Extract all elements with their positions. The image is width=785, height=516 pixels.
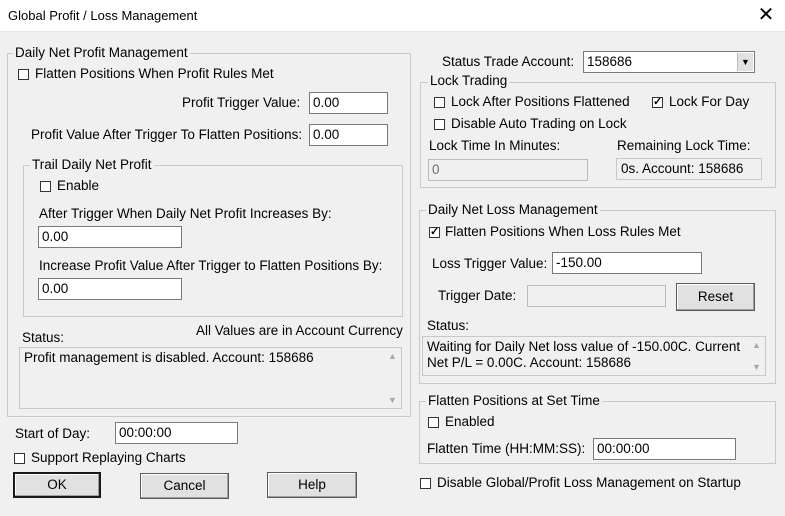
loss-status-label: Status: (427, 318, 470, 333)
trail-group-legend: Trail Daily Net Profit (30, 157, 154, 172)
remaining-lock-label: Remaining Lock Time: (617, 138, 751, 153)
profit-status-label: Status: (22, 330, 65, 345)
profit-trigger-label: Profit Trigger Value: (182, 95, 301, 110)
lock-minutes-label: Lock Time In Minutes: (429, 138, 561, 153)
disable-global-checkbox[interactable] (420, 478, 431, 489)
trail-increase-after-label: Increase Profit Value After Trigger to F… (39, 258, 383, 273)
status-account-label: Status Trade Account: (442, 54, 575, 69)
trail-enable-checkbox[interactable] (40, 181, 51, 192)
trail-increase-label: After Trigger When Daily Net Profit Incr… (39, 206, 332, 221)
trail-increase-input[interactable]: 0.00 (38, 226, 182, 248)
lock-for-day-checkbox[interactable]: ✓ (652, 97, 663, 108)
loss-group-legend: Daily Net Loss Management (426, 202, 600, 217)
profit-group-legend: Daily Net Profit Management (13, 45, 190, 60)
reset-button[interactable]: Reset (676, 283, 755, 311)
currency-note: All Values are in Account Currency (196, 323, 403, 338)
loss-status-scrollbar[interactable]: ▲ ▼ (748, 337, 765, 375)
profit-trigger-input[interactable]: 0.00 (309, 92, 388, 114)
flatten-loss-checkbox[interactable]: ✓ (429, 227, 440, 238)
trigger-date-input[interactable] (527, 285, 666, 307)
support-replay-checkbox[interactable] (14, 453, 25, 464)
loss-status-box[interactable]: Waiting for Daily Net loss value of -150… (422, 336, 766, 376)
set-time-enabled-checkbox[interactable] (428, 417, 439, 428)
profit-status-scrollbar[interactable]: ▲ ▼ (384, 348, 401, 408)
trail-enable-label: Enable (57, 178, 100, 193)
scroll-down-icon[interactable]: ▼ (748, 359, 765, 375)
window-title: Global Profit / Loss Management (8, 8, 198, 23)
ok-button[interactable]: OK (13, 472, 101, 498)
disable-global-label: Disable Global/Profit Loss Management on… (437, 475, 741, 490)
chevron-down-icon[interactable]: ▼ (737, 53, 753, 71)
close-icon[interactable]: ✕ (753, 2, 779, 28)
disable-auto-label: Disable Auto Trading on Lock (451, 116, 627, 131)
title-bar: Global Profit / Loss Management ✕ (0, 0, 785, 32)
start-of-day-input[interactable]: 00:00:00 (115, 422, 238, 444)
profit-status-box[interactable]: Profit management is disabled. Account: … (19, 347, 402, 409)
set-time-enabled-label: Enabled (445, 414, 495, 429)
start-of-day-label: Start of Day: (15, 426, 91, 441)
lock-group-legend: Lock Trading (428, 73, 510, 88)
scroll-up-icon[interactable]: ▲ (748, 337, 765, 353)
scroll-up-icon[interactable]: ▲ (384, 348, 401, 364)
flatten-time-input[interactable]: 00:00:00 (593, 438, 736, 460)
cancel-button[interactable]: Cancel (140, 473, 229, 499)
loss-status-text: Waiting for Daily Net loss value of -150… (427, 339, 741, 370)
loss-trigger-input[interactable]: -150.00 (552, 252, 702, 274)
trail-increase-after-input[interactable]: 0.00 (38, 278, 182, 300)
help-button[interactable]: Help (267, 472, 357, 498)
profit-after-trigger-label: Profit Value After Trigger To Flatten Po… (31, 127, 303, 142)
profit-after-trigger-input[interactable]: 0.00 (309, 124, 388, 146)
flatten-profit-label: Flatten Positions When Profit Rules Met (35, 66, 274, 81)
flatten-time-label: Flatten Time (HH:MM:SS): (427, 441, 586, 456)
lock-after-flatten-label: Lock After Positions Flattened (451, 94, 630, 109)
lock-for-day-label: Lock For Day (669, 94, 750, 109)
flatten-profit-checkbox[interactable] (18, 69, 29, 80)
support-replay-label: Support Replaying Charts (31, 450, 186, 465)
status-account-value: 158686 (587, 54, 633, 69)
remaining-lock-value: 0s. Account: 158686 (616, 158, 762, 180)
status-account-select[interactable]: 158686 ▼ (583, 51, 755, 73)
lock-after-flatten-checkbox[interactable] (434, 97, 445, 108)
set-time-group-legend: Flatten Positions at Set Time (426, 393, 602, 408)
profit-status-text: Profit management is disabled. Account: … (24, 350, 314, 365)
lock-minutes-input[interactable]: 0 (428, 159, 588, 181)
trigger-date-label: Trigger Date: (438, 288, 517, 303)
flatten-loss-label: Flatten Positions When Loss Rules Met (445, 224, 681, 239)
disable-auto-checkbox[interactable] (434, 119, 445, 130)
loss-trigger-label: Loss Trigger Value: (432, 256, 548, 271)
scroll-down-icon[interactable]: ▼ (384, 392, 401, 408)
